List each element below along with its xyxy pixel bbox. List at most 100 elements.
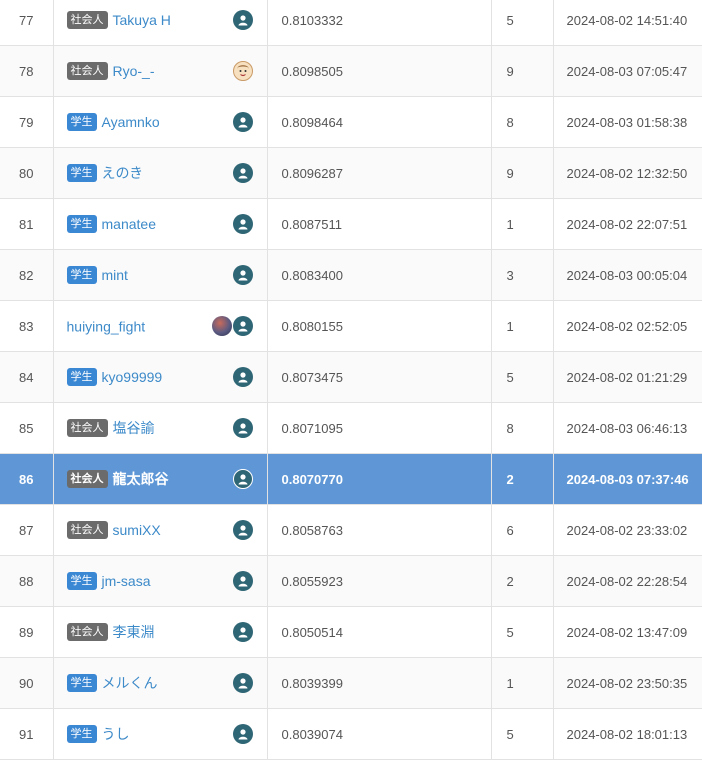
- leaderboard-row: 79 学生 Ayamnko 0.8098464 8 2024-08-03 01:5…: [0, 96, 702, 148]
- user-name-link[interactable]: Ayamnko: [102, 114, 160, 130]
- user-category-badge: 学生: [66, 215, 97, 233]
- default-user-icon[interactable]: [232, 367, 253, 387]
- submission-date-cell: 2024-08-02 23:50:35: [553, 657, 702, 709]
- default-user-icon[interactable]: [232, 112, 253, 132]
- user-avatars: [232, 10, 253, 30]
- score-cell: 0.8096287: [267, 147, 492, 199]
- default-user-icon[interactable]: [232, 673, 253, 693]
- score-cell: 0.8103332: [267, 0, 492, 46]
- submission-count-cell: 2: [491, 453, 554, 505]
- default-user-icon[interactable]: [232, 10, 253, 30]
- submission-date-cell: 2024-08-03 00:05:04: [553, 249, 702, 301]
- user-name-link[interactable]: メルくん: [102, 675, 158, 691]
- user-category-badge: 学生: [66, 572, 97, 590]
- default-user-icon[interactable]: [232, 265, 253, 285]
- rank-cell: 79: [0, 96, 54, 148]
- default-user-icon[interactable]: [232, 163, 253, 183]
- rank-cell: 77: [0, 0, 54, 46]
- score-cell: 0.8058763: [267, 504, 492, 556]
- score-cell: 0.8055923: [267, 555, 492, 607]
- score-cell: 0.8071095: [267, 402, 492, 454]
- user-avatars: [232, 367, 253, 387]
- submission-date-cell: 2024-08-02 12:32:50: [553, 147, 702, 199]
- submission-date-cell: 2024-08-02 13:47:09: [553, 606, 702, 658]
- user-avatars: [232, 265, 253, 285]
- leaderboard-row: 78 社会人 Ryo-_- 0.8098505 9 2024-08-03 07:0…: [0, 45, 702, 97]
- submission-count-cell: 9: [491, 147, 554, 199]
- user-cell: 学生 jm-sasa: [53, 555, 268, 607]
- user-category-badge: 社会人: [66, 623, 108, 641]
- user-avatars: [232, 214, 253, 234]
- user-cell: 学生 mint: [53, 249, 268, 301]
- user-cell: 学生 Ayamnko: [53, 96, 268, 148]
- photo-avatar-icon[interactable]: [211, 316, 232, 336]
- score-cell: 0.8083400: [267, 249, 492, 301]
- score-cell: 0.8098505: [267, 45, 492, 97]
- leaderboard-row: 83 huiying_fight 0.8080155 1 2024-08-02 …: [0, 300, 702, 352]
- user-name-link[interactable]: sumiXX: [113, 522, 161, 538]
- user-name-link[interactable]: 塩谷諭: [113, 420, 155, 436]
- user-avatars: [232, 520, 253, 540]
- rank-cell: 91: [0, 708, 54, 760]
- score-cell: 0.8070770: [267, 453, 492, 505]
- cartoon-face-icon[interactable]: [232, 61, 253, 81]
- score-cell: 0.8050514: [267, 606, 492, 658]
- user-cell: 社会人 Ryo-_-: [53, 45, 268, 97]
- rank-cell: 85: [0, 402, 54, 454]
- user-cell: 学生 kyo99999: [53, 351, 268, 403]
- user-category-badge: 学生: [66, 368, 97, 386]
- default-user-icon[interactable]: [232, 214, 253, 234]
- submission-date-cell: 2024-08-03 07:37:46: [553, 453, 702, 505]
- submission-date-cell: 2024-08-02 23:33:02: [553, 504, 702, 556]
- default-user-icon[interactable]: [232, 724, 253, 744]
- leaderboard-row: 90 学生 メルくん 0.8039399 1 2024-08-02 23:50:3…: [0, 657, 702, 709]
- user-avatars: [232, 673, 253, 693]
- default-user-icon[interactable]: [232, 520, 253, 540]
- default-user-icon[interactable]: [232, 418, 253, 438]
- rank-cell: 78: [0, 45, 54, 97]
- rank-cell: 84: [0, 351, 54, 403]
- user-name-link[interactable]: Ryo-_-: [113, 63, 155, 79]
- submission-date-cell: 2024-08-02 22:07:51: [553, 198, 702, 250]
- user-cell: 学生 えのき: [53, 147, 268, 199]
- default-user-icon[interactable]: [232, 571, 253, 591]
- leaderboard-row: 88 学生 jm-sasa 0.8055923 2 2024-08-02 22:2…: [0, 555, 702, 607]
- score-cell: 0.8080155: [267, 300, 492, 352]
- submission-date-cell: 2024-08-02 01:21:29: [553, 351, 702, 403]
- score-cell: 0.8098464: [267, 96, 492, 148]
- submission-count-cell: 2: [491, 555, 554, 607]
- user-name-link[interactable]: うし: [102, 726, 130, 742]
- user-avatars: [232, 112, 253, 132]
- submission-date-cell: 2024-08-03 01:58:38: [553, 96, 702, 148]
- default-user-icon[interactable]: [232, 622, 253, 642]
- submission-count-cell: 8: [491, 96, 554, 148]
- default-user-icon[interactable]: [232, 316, 253, 336]
- user-name-link[interactable]: えのき: [102, 165, 144, 181]
- rank-cell: 81: [0, 198, 54, 250]
- user-name-link[interactable]: jm-sasa: [102, 573, 151, 589]
- user-name-link[interactable]: manatee: [102, 216, 156, 232]
- user-name-link[interactable]: 龍太郎谷: [113, 471, 169, 487]
- user-name-link[interactable]: kyo99999: [102, 369, 163, 385]
- user-category-badge: 学生: [66, 164, 97, 182]
- submission-count-cell: 1: [491, 198, 554, 250]
- leaderboard-row: 77 社会人 Takuya H 0.8103332 5 2024-08-02 14…: [0, 0, 702, 46]
- user-name-link[interactable]: Takuya H: [113, 12, 171, 28]
- default-user-icon[interactable]: [232, 469, 253, 489]
- user-name-link[interactable]: 李東淵: [113, 624, 155, 640]
- user-cell: 学生 メルくん: [53, 657, 268, 709]
- leaderboard-row: 85 社会人 塩谷諭 0.8071095 8 2024-08-03 06:46:1…: [0, 402, 702, 454]
- submission-date-cell: 2024-08-02 02:52:05: [553, 300, 702, 352]
- submission-count-cell: 1: [491, 300, 554, 352]
- user-category-badge: 学生: [66, 725, 97, 743]
- user-name-link[interactable]: mint: [102, 267, 128, 283]
- user-category-badge: 社会人: [66, 62, 108, 80]
- user-name-link[interactable]: huiying_fight: [67, 318, 146, 334]
- user-category-badge: 社会人: [66, 11, 108, 29]
- user-category-badge: 社会人: [66, 521, 108, 539]
- submission-count-cell: 5: [491, 606, 554, 658]
- user-category-badge: 学生: [66, 674, 97, 692]
- leaderboard-row: 91 学生 うし 0.8039074 5 2024-08-02 18:01:13: [0, 708, 702, 760]
- leaderboard-row: 82 学生 mint 0.8083400 3 2024-08-03 00:05:0…: [0, 249, 702, 301]
- submission-count-cell: 3: [491, 249, 554, 301]
